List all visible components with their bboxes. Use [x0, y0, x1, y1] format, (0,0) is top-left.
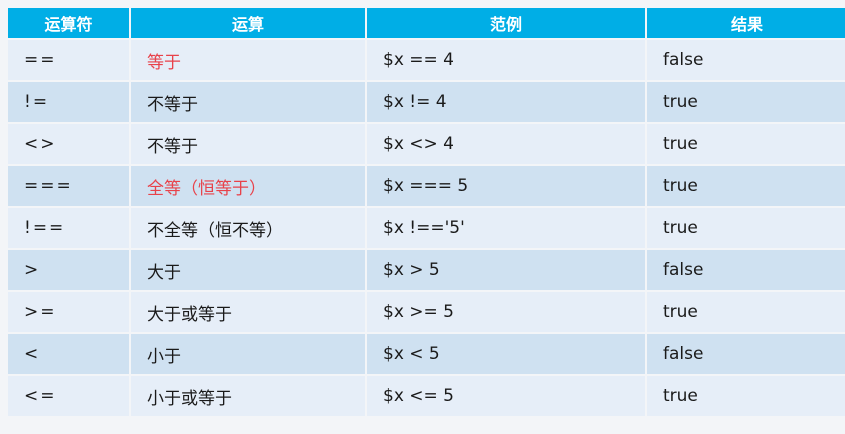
table-row: <= 小于或等于 $x <= 5 true: [8, 376, 845, 416]
header-result: 结果: [647, 8, 845, 38]
example-cell: $x <= 5: [367, 376, 645, 416]
operator-cell: ===: [8, 166, 129, 206]
result-cell: true: [647, 124, 845, 164]
example-cell: $x > 5: [367, 250, 645, 290]
example-cell: $x < 5: [367, 334, 645, 374]
operator-cell: ==: [8, 40, 129, 80]
operation-cell: 大于或等于: [131, 292, 365, 332]
operation-cell: 不等于: [131, 82, 365, 122]
operator-cell: <: [8, 334, 129, 374]
header-operation: 运算: [131, 8, 365, 38]
result-cell: true: [647, 82, 845, 122]
operator-cell: <=: [8, 376, 129, 416]
table-row: == 等于 $x == 4 false: [8, 40, 845, 80]
table-row: === 全等（恒等于） $x === 5 true: [8, 166, 845, 206]
result-cell: true: [647, 166, 845, 206]
operation-cell: 不全等（恒不等）: [131, 208, 365, 248]
operation-cell: 等于: [131, 40, 365, 80]
result-cell: true: [647, 292, 845, 332]
comparison-operators-table-wrapper: 运算符 运算 范例 结果 == 等于 $x == 4 false != 不等于 …: [6, 6, 845, 418]
result-cell: true: [647, 376, 845, 416]
example-cell: $x == 4: [367, 40, 645, 80]
example-cell: $x <> 4: [367, 124, 645, 164]
table-row: >= 大于或等于 $x >= 5 true: [8, 292, 845, 332]
header-operator: 运算符: [8, 8, 129, 38]
operation-cell: 全等（恒等于）: [131, 166, 365, 206]
table-row: !== 不全等（恒不等） $x !=='5' true: [8, 208, 845, 248]
operation-cell: 小于或等于: [131, 376, 365, 416]
result-cell: false: [647, 250, 845, 290]
result-cell: false: [647, 40, 845, 80]
table-row: > 大于 $x > 5 false: [8, 250, 845, 290]
operator-cell: !=: [8, 82, 129, 122]
operation-cell: 大于: [131, 250, 365, 290]
result-cell: true: [647, 208, 845, 248]
result-cell: false: [647, 334, 845, 374]
table-row: != 不等于 $x != 4 true: [8, 82, 845, 122]
table-row: <> 不等于 $x <> 4 true: [8, 124, 845, 164]
comparison-operators-table: 运算符 运算 范例 结果 == 等于 $x == 4 false != 不等于 …: [6, 6, 845, 418]
table-header-row: 运算符 运算 范例 结果: [8, 8, 845, 38]
table-row: < 小于 $x < 5 false: [8, 334, 845, 374]
example-cell: $x >= 5: [367, 292, 645, 332]
operator-cell: !==: [8, 208, 129, 248]
operator-cell: >: [8, 250, 129, 290]
operation-cell: 不等于: [131, 124, 365, 164]
operator-cell: <>: [8, 124, 129, 164]
example-cell: $x !=='5': [367, 208, 645, 248]
header-example: 范例: [367, 8, 645, 38]
operator-cell: >=: [8, 292, 129, 332]
example-cell: $x != 4: [367, 82, 645, 122]
example-cell: $x === 5: [367, 166, 645, 206]
operation-cell: 小于: [131, 334, 365, 374]
